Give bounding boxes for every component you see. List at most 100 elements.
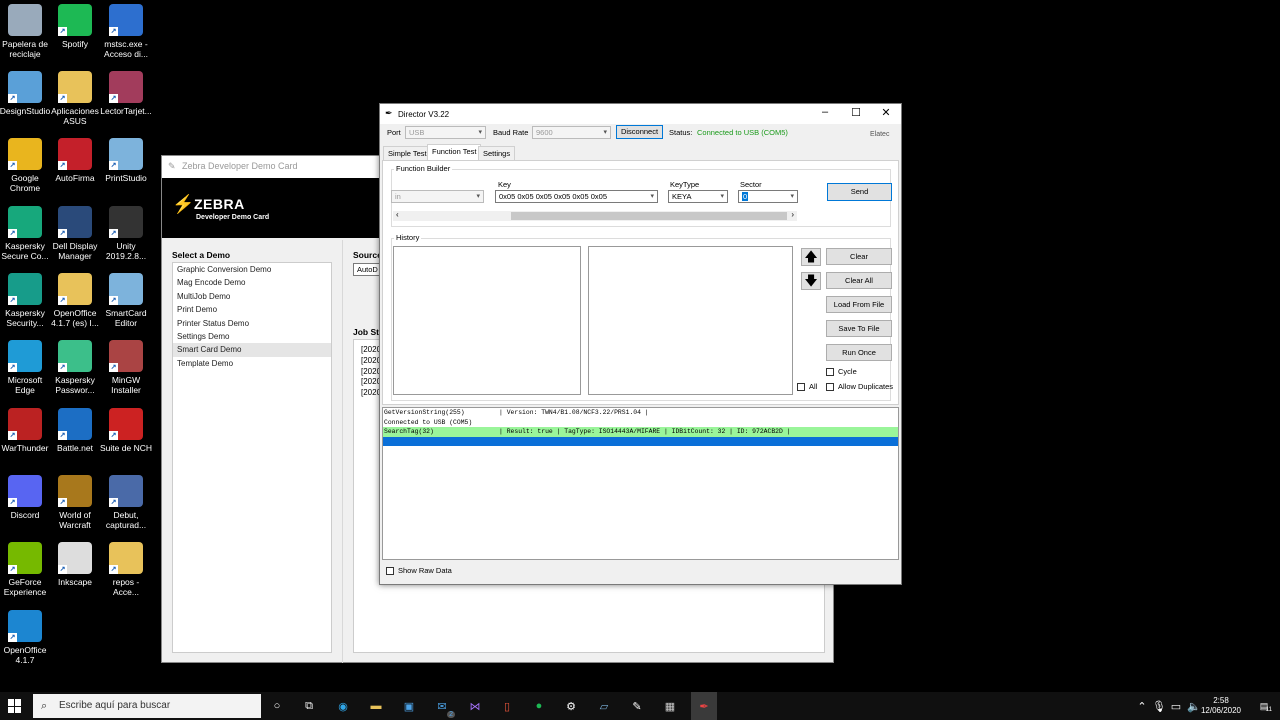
desktop-icon[interactable]: ↗ MinGW Installer	[99, 340, 153, 395]
desktop-icon[interactable]: ↗ Inkscape	[48, 542, 102, 587]
store-icon[interactable]: ▣	[400, 697, 418, 715]
desktop-icon[interactable]: ↗ Microsoft Edge	[0, 340, 52, 395]
log-line[interactable]: SearchTag(32) | Result: true | TagType: …	[383, 427, 898, 437]
sector-select[interactable]: 0 ▾	[738, 190, 798, 203]
demo-list-item[interactable]: Printer Status Demo	[173, 317, 331, 330]
desktop-icon[interactable]: ↗ Unity 2019.2.8...	[99, 206, 153, 261]
desktop-icon[interactable]: ↗ Kaspersky Secure Co...	[0, 206, 52, 261]
demo-list-item[interactable]: Smart Card Demo	[173, 343, 331, 357]
director-title-bar[interactable]: ✒ Director V3.22 – ☐ ✕	[380, 104, 901, 124]
log-line[interactable]	[383, 436, 898, 446]
desktop-icon[interactable]: ↗ Aplicaciones ASUS	[48, 71, 102, 126]
port-select[interactable]: USB ▾	[405, 126, 486, 139]
notifications-icon[interactable]: ▤ 11	[1255, 697, 1273, 715]
desktop-icon[interactable]: ↗ AutoFirma	[48, 138, 102, 183]
demo-list-item[interactable]: MultiJob Demo	[173, 290, 331, 303]
show-hidden-icons-icon[interactable]: ⌃	[1133, 697, 1151, 715]
desktop-icon[interactable]: ↗ Kaspersky Passwor...	[48, 340, 102, 395]
move-down-button[interactable]: 🡇	[801, 272, 821, 290]
desktop-icon[interactable]: ↗ OpenOffice 4.1.7	[0, 610, 52, 665]
demo-list-item[interactable]: Print Demo	[173, 303, 331, 316]
desktop-icon[interactable]: ↗ mstsc.exe - Acceso di...	[99, 4, 153, 59]
log-line[interactable]: Connected to USB (COM5)	[383, 417, 898, 427]
cycle-checkbox[interactable]	[826, 368, 834, 376]
clock[interactable]: 2:58 12/06/2020	[1198, 696, 1244, 716]
desktop-icon[interactable]: ↗ PrintStudio	[99, 138, 153, 183]
show-raw-data-checkbox[interactable]	[386, 567, 394, 575]
baud-rate-select[interactable]: 9600 ▾	[532, 126, 611, 139]
log-line[interactable]: GetVersionString(255) | Version: TWN4/B1…	[383, 408, 898, 418]
scroll-right-icon[interactable]: ›	[791, 210, 794, 219]
demo-list-item[interactable]: Mag Encode Demo	[173, 276, 331, 289]
demo-list-item[interactable]: Settings Demo	[173, 330, 331, 343]
history-list-right[interactable]	[588, 246, 793, 395]
start-button[interactable]	[8, 699, 22, 713]
mingw-icon: ↗	[109, 340, 143, 372]
file-explorer-icon[interactable]: ▬	[367, 697, 385, 715]
mail-icon[interactable]: ✉ 2	[433, 697, 455, 718]
desktop-icon[interactable]: ↗ SmartCard Editor	[99, 273, 153, 328]
tab-function-test[interactable]: Function Test	[427, 144, 482, 160]
allow-duplicates-checkbox[interactable]	[826, 383, 834, 391]
close-button[interactable]: ✕	[871, 106, 901, 119]
desktop-icon[interactable]: ↗ Suite de NCH	[99, 408, 153, 453]
desktop-icon[interactable]: ↗ Google Chrome	[0, 138, 52, 193]
network-icon[interactable]: ▭	[1167, 697, 1185, 715]
minimize-button[interactable]: –	[810, 106, 840, 118]
tab-simple-test[interactable]: Simple Test	[383, 146, 432, 160]
spotify-taskbar-icon[interactable]: ●	[530, 697, 548, 715]
desktop-icon[interactable]: ↗ Debut, capturad...	[99, 475, 153, 530]
desktop-icon[interactable]: ↗ Battle.net	[48, 408, 102, 453]
all-checkbox[interactable]	[797, 383, 805, 391]
desktop-icon[interactable]: Papelera de reciclaje	[0, 4, 52, 59]
desktop-icon[interactable]: ↗ LectorTarjet...	[99, 71, 153, 116]
send-button[interactable]: Send	[827, 183, 892, 201]
clear-button[interactable]: Clear	[826, 248, 892, 265]
desktop-icon[interactable]: ↗ Dell Display Manager	[48, 206, 102, 261]
horizontal-scrollbar[interactable]: ‹ ›	[393, 210, 797, 221]
clock-time: 2:58	[1213, 696, 1229, 705]
maximize-button[interactable]: ☐	[841, 106, 871, 119]
shortcut-arrow-icon: ↗	[109, 296, 118, 305]
desktop-icon[interactable]: ↗ World of Warcraft	[48, 475, 102, 530]
key-select[interactable]: 0x05 0x05 0x05 0x05 0x05 0x05 ▾	[495, 190, 658, 203]
director-window[interactable]: ✒ Director V3.22 – ☐ ✕ Port USB ▾ Baud Ra…	[379, 103, 902, 585]
cortana-icon[interactable]: ○	[268, 697, 286, 715]
desktop-icon[interactable]: ↗ GeForce Experience	[0, 542, 52, 597]
desktop-icon[interactable]: ↗ OpenOffice 4.1.7 (es) I...	[48, 273, 102, 328]
scrollbar-thumb[interactable]	[511, 212, 787, 220]
function-select[interactable]: in ▾	[391, 190, 484, 203]
desktop-icon[interactable]: ↗ WarThunder	[0, 408, 52, 453]
desktop-icon[interactable]: ↗ Spotify	[48, 4, 102, 49]
director-taskbar-icon[interactable]: ✒	[691, 692, 717, 720]
keytype-select[interactable]: KEYA ▾	[668, 190, 728, 203]
output-log[interactable]: GetVersionString(255) | Version: TWN4/B1…	[382, 407, 899, 560]
load-from-file-button[interactable]: Load From File	[826, 296, 892, 313]
disconnect-button[interactable]: Disconnect	[616, 125, 663, 139]
run-once-button[interactable]: Run Once	[826, 344, 892, 361]
sector-label: Sector	[740, 180, 762, 189]
smartcard-taskbar-icon[interactable]: ▦	[661, 697, 679, 715]
demo-list-item[interactable]: Template Demo	[173, 357, 331, 370]
taskbar-search[interactable]: ⌕ Escribe aquí para buscar	[33, 694, 261, 718]
zebra-taskbar-icon[interactable]: ✎	[628, 697, 646, 715]
edge-taskbar-icon[interactable]: ◉	[334, 697, 352, 715]
clear-all-button[interactable]: Clear All	[826, 272, 892, 289]
demo-list-item[interactable]: Graphic Conversion Demo	[173, 263, 331, 276]
demo-list[interactable]: Graphic Conversion Demo Mag Encode Demo Mu…	[172, 262, 332, 653]
print-studio-taskbar-icon[interactable]: ▱	[595, 697, 613, 715]
save-to-file-button[interactable]: Save To File	[826, 320, 892, 337]
tab-settings[interactable]: Settings	[478, 146, 516, 160]
visual-studio-icon[interactable]: ⋈	[466, 697, 484, 715]
scroll-left-icon[interactable]: ‹	[396, 210, 399, 219]
office-icon[interactable]: ▯	[498, 697, 516, 715]
desktop-icon[interactable]: ↗ repos - Acce...	[99, 542, 153, 597]
history-list-left[interactable]	[393, 246, 581, 395]
settings-gear-icon[interactable]: ⚙	[562, 697, 580, 715]
desktop-icon[interactable]: ↗ Discord	[0, 475, 52, 520]
desktop-icon[interactable]: ↗ DesignStudio	[0, 71, 52, 116]
move-up-button[interactable]: 🡅	[801, 248, 821, 266]
task-view-icon[interactable]: ⧉	[300, 697, 318, 715]
desktop-icon[interactable]: ↗ Kaspersky Security...	[0, 273, 52, 328]
microphone-icon[interactable]: 🎙	[1150, 697, 1168, 715]
